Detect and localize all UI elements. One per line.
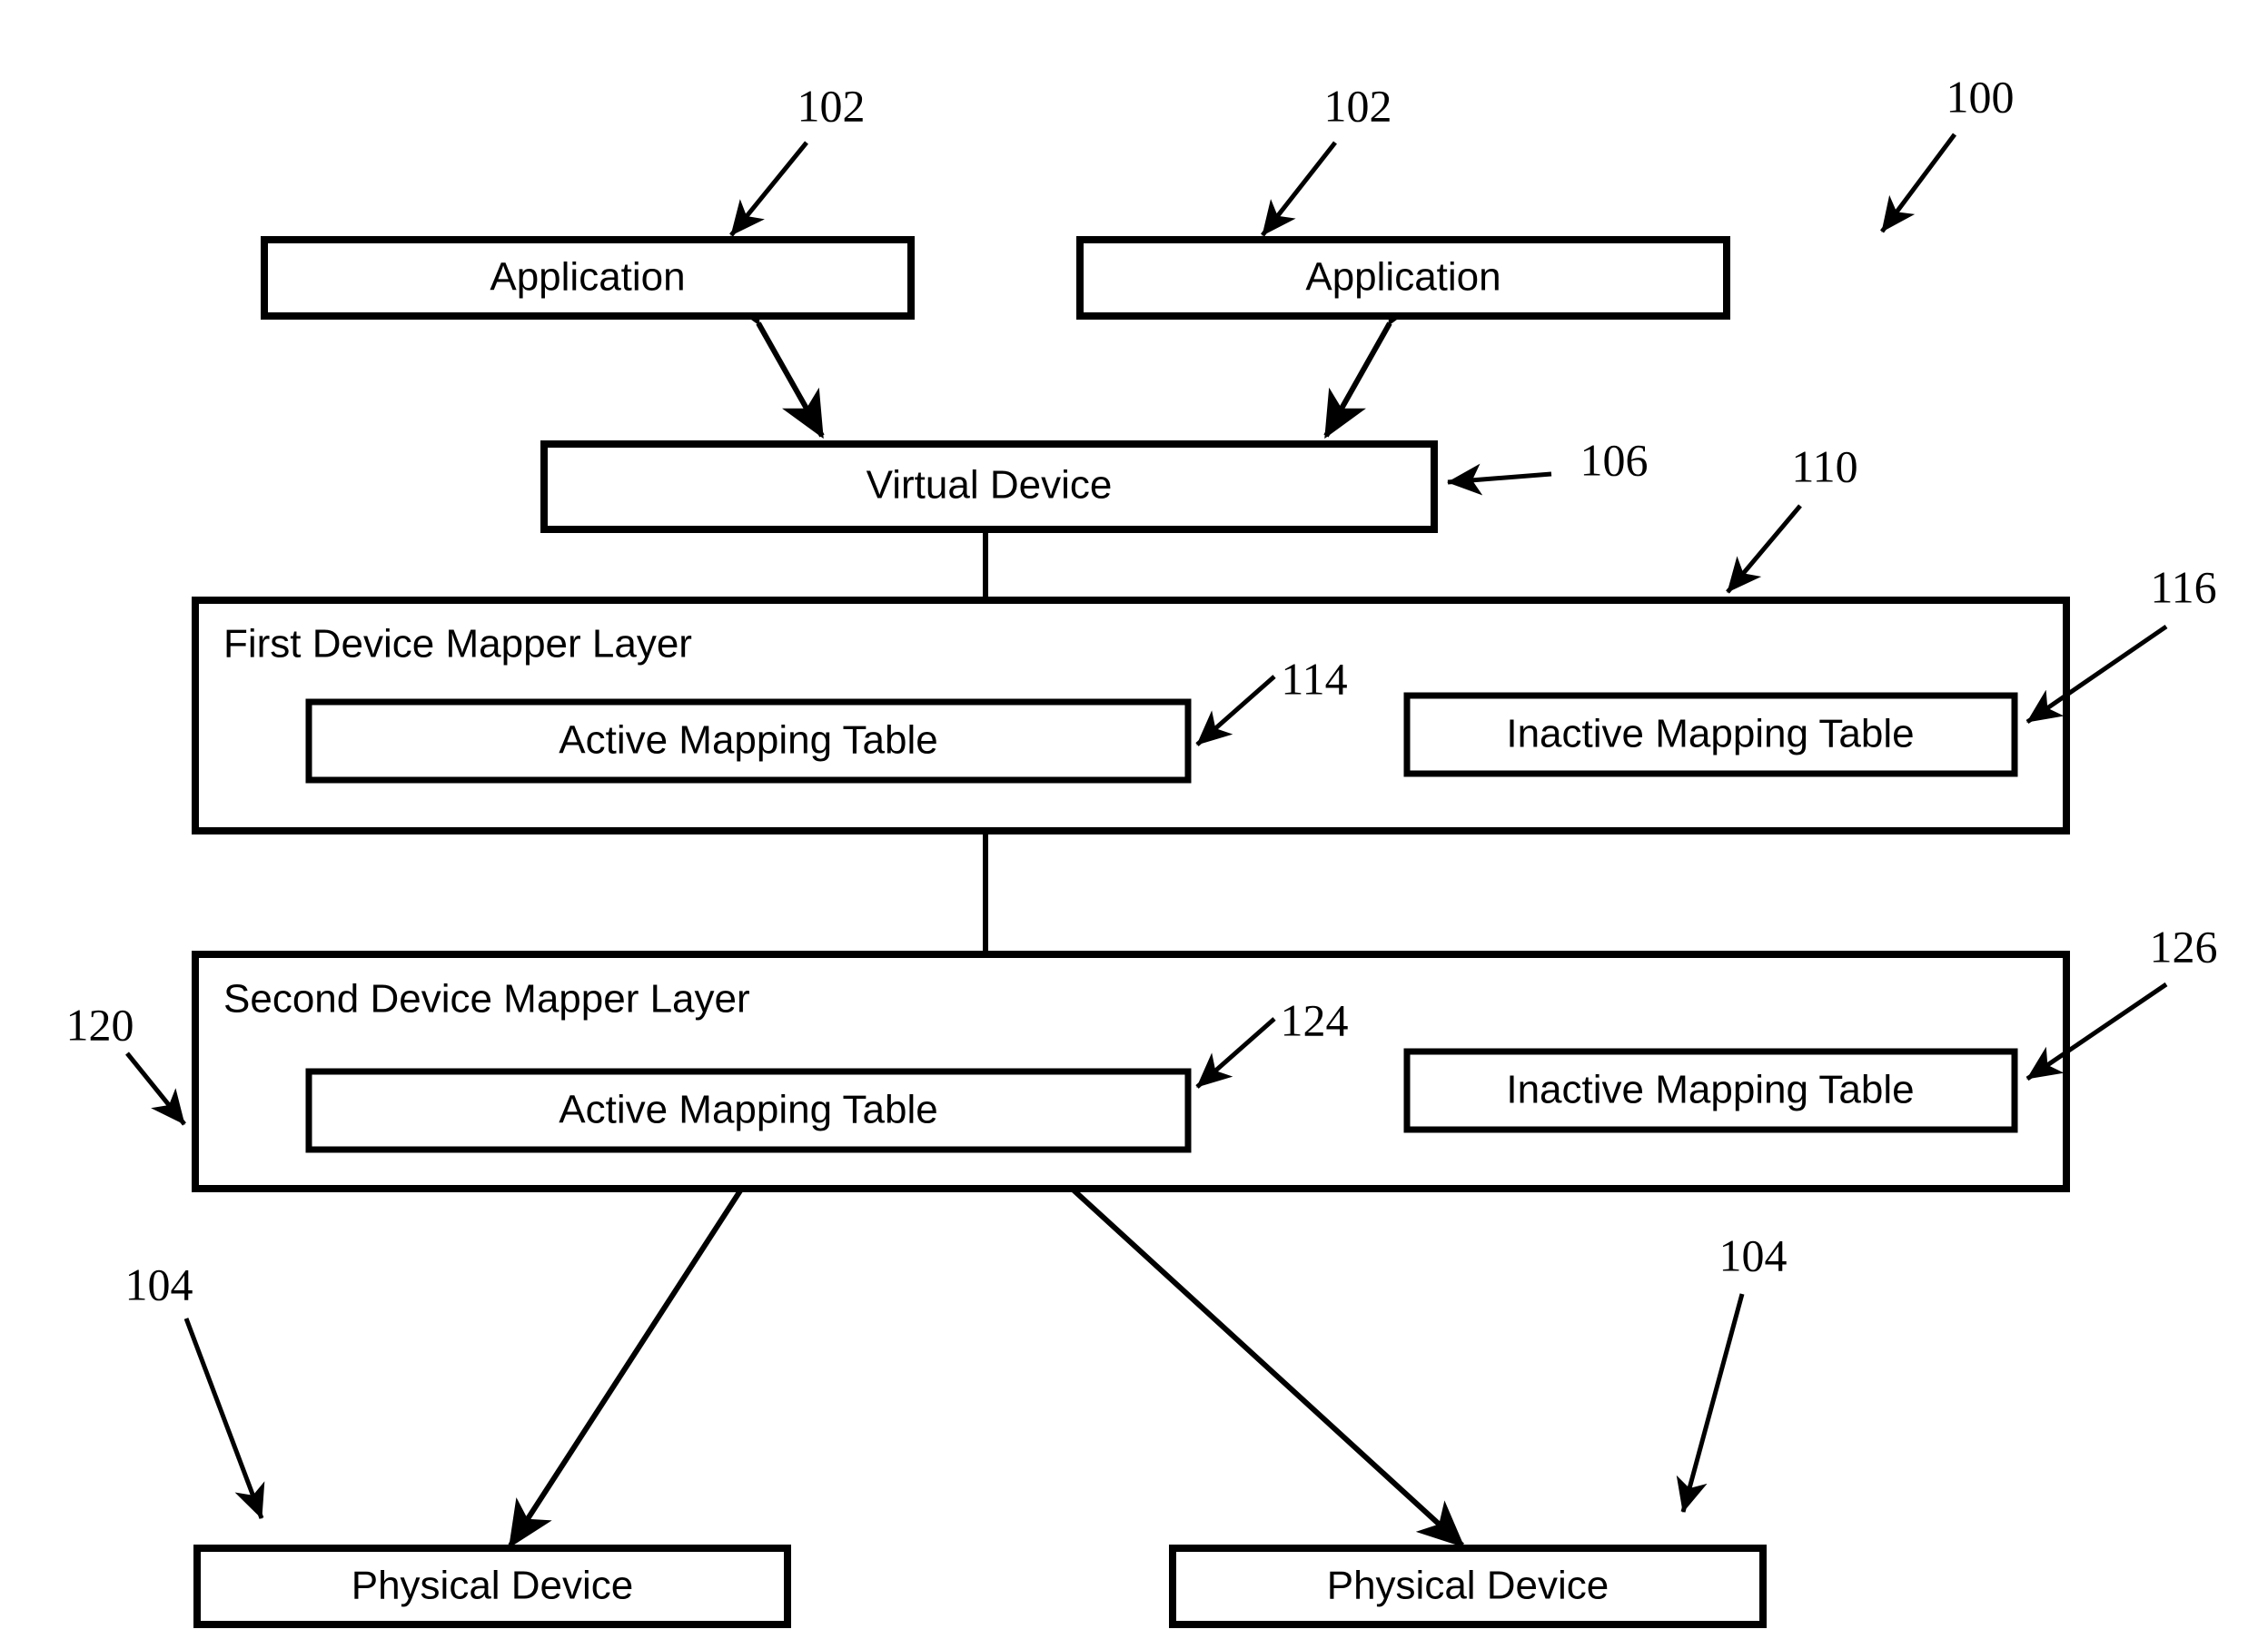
application-right-label: Application <box>1305 255 1500 300</box>
reference-numeral-120: 120 <box>66 999 186 1126</box>
reference-numeral-104-right: 104 <box>1676 1229 1788 1513</box>
reference-numeral-100-text: 100 <box>1946 71 2015 122</box>
physical-device-left-box[interactable]: Physical Device <box>193 1545 791 1628</box>
connector-app-left-virtual-device <box>718 274 825 439</box>
second-device-mapper-layer[interactable]: Second Device Mapper Layer Active Mappin… <box>192 951 2070 1192</box>
virtual-device-box[interactable]: Virtual Device <box>540 440 1438 533</box>
application-left-box[interactable]: Application <box>261 236 915 320</box>
second-inactive-mapping-table-label: Inactive Mapping Table <box>1506 1068 1914 1112</box>
virtual-device-label: Virtual Device <box>867 463 1113 508</box>
second-inactive-mapping-table-box[interactable]: Inactive Mapping Table <box>1403 1048 2018 1133</box>
application-right-box[interactable]: Application <box>1076 236 1730 320</box>
physical-device-left-label: Physical Device <box>352 1564 634 1608</box>
first-device-mapper-layer-title: First Device Mapper Layer <box>223 622 692 667</box>
reference-numeral-102-left: 102 <box>729 80 866 237</box>
reference-numeral-114-text: 114 <box>1281 653 1347 704</box>
reference-numeral-110: 110 <box>1726 440 1858 594</box>
reference-numeral-124-text: 124 <box>1281 994 1349 1045</box>
first-active-mapping-table-label: Active Mapping Table <box>559 718 937 763</box>
connector-second-active-to-physical-left <box>508 1100 809 1549</box>
reference-numeral-104-left: 104 <box>125 1259 265 1519</box>
reference-numeral-120-text: 120 <box>66 999 134 1050</box>
reference-numeral-102-right: 102 <box>1261 80 1392 237</box>
physical-device-right-label: Physical Device <box>1327 1564 1609 1608</box>
reference-numeral-100: 100 <box>1879 71 2015 233</box>
reference-numeral-126-text: 126 <box>2150 921 2218 972</box>
second-active-mapping-table-box[interactable]: Active Mapping Table <box>305 1068 1192 1153</box>
reference-numeral-106-text: 106 <box>1580 434 1649 485</box>
application-left-label: Application <box>490 255 685 300</box>
reference-numeral-104-right-text: 104 <box>1719 1229 1788 1280</box>
diagram-canvas: Application Application Virtual Device F… <box>66 71 2218 1628</box>
connector-second-active-to-physical-right <box>981 1103 1465 1548</box>
reference-numeral-116-text: 116 <box>2150 561 2216 612</box>
first-device-mapper-layer[interactable]: First Device Mapper Layer Active Mapping… <box>192 597 2070 834</box>
reference-numeral-102-right-text: 102 <box>1324 80 1392 131</box>
reference-numeral-102-left-text: 102 <box>797 80 866 131</box>
connector-app-right-virtual-device <box>1323 274 1430 439</box>
physical-device-right-box[interactable]: Physical Device <box>1169 1545 1767 1628</box>
reference-numeral-110-text: 110 <box>1791 440 1857 491</box>
first-inactive-mapping-table-label: Inactive Mapping Table <box>1506 712 1914 756</box>
second-active-mapping-table-label: Active Mapping Table <box>559 1088 937 1132</box>
patent-figure: Application Application Virtual Device F… <box>0 0 2268 1649</box>
reference-numeral-106: 106 <box>1447 434 1649 496</box>
reference-numeral-104-left-text: 104 <box>125 1259 193 1309</box>
second-device-mapper-layer-title: Second Device Mapper Layer <box>223 977 750 1022</box>
first-active-mapping-table-box[interactable]: Active Mapping Table <box>305 698 1192 784</box>
first-inactive-mapping-table-box[interactable]: Inactive Mapping Table <box>1403 692 2018 777</box>
